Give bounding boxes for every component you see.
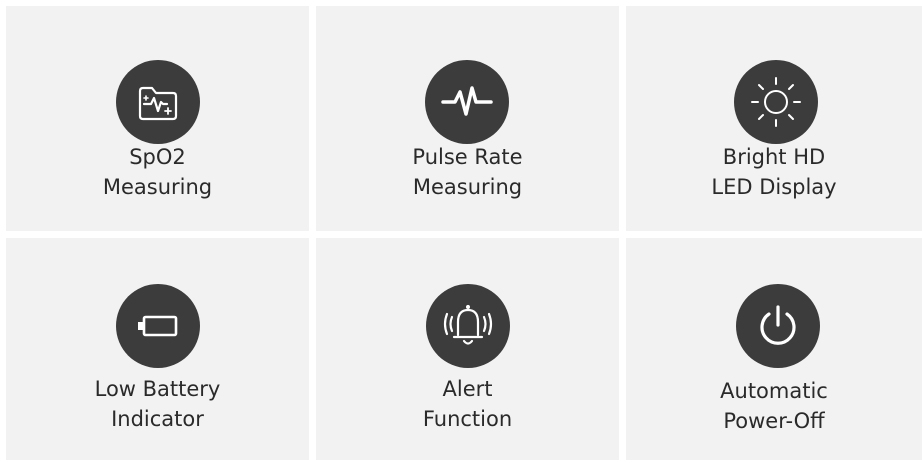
power-icon bbox=[736, 284, 820, 368]
feature-tile-spo2: SpO2 Measuring bbox=[6, 6, 309, 231]
feature-label-line2: Measuring bbox=[412, 175, 523, 199]
feature-label-spo2: SpO2 Measuring bbox=[6, 142, 309, 202]
feature-tile-power: Automatic Power-Off bbox=[626, 238, 922, 460]
feature-label-line1: Pulse Rate bbox=[412, 145, 523, 169]
feature-tile-alert: Alert Function bbox=[316, 238, 619, 460]
feature-label-line2: Power-Off bbox=[723, 409, 825, 433]
feature-label-display: Bright HD LED Display bbox=[626, 142, 922, 202]
battery-low-icon bbox=[116, 284, 200, 368]
feature-tile-battery: Low Battery Indicator bbox=[6, 238, 309, 460]
sun-icon bbox=[734, 60, 818, 144]
feature-label-battery: Low Battery Indicator bbox=[6, 374, 309, 434]
feature-label-line1: Automatic bbox=[720, 379, 828, 403]
feature-label-line1: SpO2 bbox=[129, 145, 186, 169]
feature-label-alert: Alert Function bbox=[316, 374, 619, 434]
feature-label-line2: LED Display bbox=[711, 175, 837, 199]
feature-label-pulse-rate: Pulse Rate Measuring bbox=[316, 142, 619, 202]
feature-label-line2: Indicator bbox=[111, 407, 204, 431]
pulse-wave-icon bbox=[425, 60, 509, 144]
feature-label-line1: Low Battery bbox=[94, 377, 221, 401]
feature-label-power: Automatic Power-Off bbox=[626, 376, 922, 436]
feature-label-line2: Function bbox=[422, 407, 513, 431]
feature-label-line1: Bright HD bbox=[722, 145, 826, 169]
feature-grid: SpO2 Measuring Pulse Rate Measuring Brig… bbox=[0, 0, 922, 464]
feature-label-line1: Alert bbox=[442, 377, 493, 401]
folder-heartbeat-icon bbox=[116, 60, 200, 144]
bell-alert-icon bbox=[426, 284, 510, 368]
feature-label-line2: Measuring bbox=[102, 175, 213, 199]
feature-tile-display: Bright HD LED Display bbox=[626, 6, 922, 231]
feature-tile-pulse-rate: Pulse Rate Measuring bbox=[316, 6, 619, 231]
